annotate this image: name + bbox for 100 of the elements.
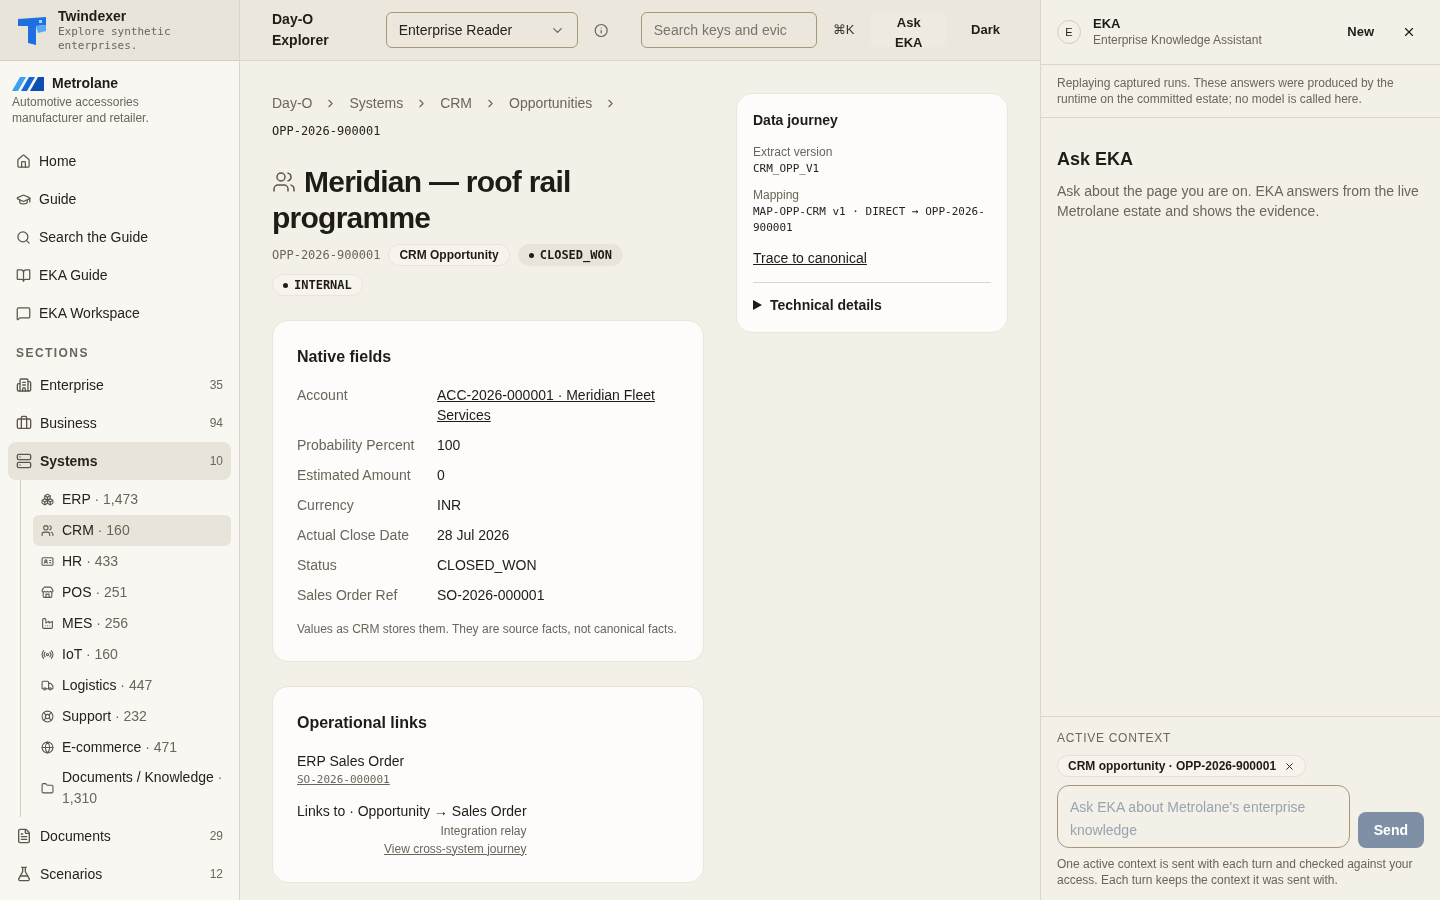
assistant-intro: Ask about the page you are on. EKA answers from the live Metrolane estate and shows the evidence. xyxy=(1057,182,1420,221)
folder-icon xyxy=(41,781,54,795)
new-chat-button[interactable]: New xyxy=(1339,22,1382,42)
brand-name: Twindexer xyxy=(58,7,128,25)
section-item[interactable]: Scenarios 12 xyxy=(8,855,231,893)
breadcrumb-link[interactable]: Day-O xyxy=(272,93,313,114)
relation-label: Links to · Opportunity → Sales Order xyxy=(297,801,527,821)
nav-item[interactable]: Guide xyxy=(8,180,231,218)
graduation-cap-icon xyxy=(16,191,31,207)
field-label: Account xyxy=(297,386,349,405)
card-note: Values as CRM stores them. They are source facts, not canonical facts. xyxy=(297,621,678,637)
breadcrumb-link[interactable]: CRM xyxy=(440,93,473,114)
field-value: SO-2026-000001 xyxy=(437,586,545,605)
section-item[interactable]: Documents 29 xyxy=(8,817,231,855)
field-value: INR xyxy=(437,496,462,515)
context-chip: CRM opportunity · OPP-2026-900001 xyxy=(1057,755,1307,777)
record-id: OPP-2026-900001 xyxy=(272,247,381,264)
nav-item[interactable]: EKA Guide xyxy=(8,256,231,294)
section-count: 29 xyxy=(209,828,223,845)
field-value: 100 xyxy=(437,436,461,455)
field-value: 0 xyxy=(437,466,445,485)
card-title: Data journey xyxy=(753,111,839,130)
chat-icon xyxy=(16,305,31,321)
journey-link[interactable]: View cross-system journey xyxy=(384,839,527,858)
context-footnote: One active context is sent with each turn and checked against your access. Each turn keeps the context it was sent with. xyxy=(1057,856,1414,888)
page-title: Meridian — roof rail programme xyxy=(272,164,572,236)
system-item[interactable]: ERP · 1,473 xyxy=(33,484,231,515)
globe-icon xyxy=(41,741,54,754)
technical-details-toggle[interactable]: Technical details xyxy=(753,294,882,316)
system-item[interactable]: Support · 232 xyxy=(33,701,231,732)
lifebuoy-icon xyxy=(41,710,54,723)
replay-notice: Replaying captured runs. These answers were produced by the runtime on the committed estate; no model is called here. xyxy=(1041,65,1440,118)
theme-button[interactable]: Dark xyxy=(963,13,1008,47)
sales-order-link[interactable]: SO-2026-000001 xyxy=(297,772,390,789)
breadcrumb-link[interactable]: Systems xyxy=(349,93,404,114)
field-label: Sales Order Ref xyxy=(297,586,399,605)
section-count: 12 xyxy=(209,866,223,883)
context-heading: ACTIVE CONTEXT xyxy=(1057,730,1173,747)
mapping-value: MAP-OPP-CRM v1 · DIRECT → OPP-2026-900001 xyxy=(753,203,986,236)
section-count: 35 xyxy=(209,377,223,394)
assistant-subtitle: Enterprise Knowledge Assistant xyxy=(1093,32,1263,48)
system-item[interactable]: IoT · 160 xyxy=(33,639,231,670)
search-field[interactable]: Search keys and evic xyxy=(640,12,817,48)
trace-link[interactable]: Trace to canonical xyxy=(753,247,867,269)
flask-icon xyxy=(16,866,32,882)
field-link[interactable]: ACC-2026-000001 · Meridian Fleet Services xyxy=(437,385,679,425)
system-item[interactable]: CRM · 160 xyxy=(33,515,231,546)
users-icon xyxy=(272,170,296,195)
field-label: Status xyxy=(297,556,338,575)
nav-item[interactable]: Search the Guide xyxy=(8,218,231,256)
company-description: Automotive accessories manufacturer and retailer. xyxy=(12,94,150,126)
system-item[interactable]: Documents / Knowledge · 1,310 xyxy=(33,763,231,813)
system-item[interactable]: E-commerce · 471 xyxy=(33,732,231,763)
users-icon xyxy=(41,524,54,537)
breadcrumb-link[interactable]: Opportunities xyxy=(509,93,593,114)
shortcut-hint: ⌘K xyxy=(832,21,855,40)
truck-icon xyxy=(41,679,54,692)
system-item[interactable]: POS · 251 xyxy=(33,577,231,608)
id-card-icon xyxy=(41,555,54,568)
question-field[interactable]: Ask EKA about Metrolane's enterprise knowledge xyxy=(1057,785,1350,848)
field-value: 28 Jul 2026 xyxy=(437,526,510,545)
section-count: 10 xyxy=(209,453,223,470)
section-item[interactable]: Systems 10 xyxy=(8,442,231,480)
ask-eka-button[interactable]: Ask EKA xyxy=(870,13,948,47)
field-label: Probability Percent xyxy=(297,436,416,455)
app-title: Day-O Explorer xyxy=(272,10,330,50)
triangle-icon xyxy=(753,300,762,310)
nav-item[interactable]: Home xyxy=(8,142,231,180)
close-icon xyxy=(1402,25,1416,39)
system-item[interactable]: HR · 433 xyxy=(33,546,231,577)
factory-icon xyxy=(41,617,54,630)
type-tag: CRM Opportunity xyxy=(388,244,510,266)
section-item[interactable]: Business 94 xyxy=(8,404,231,442)
remove-icon[interactable] xyxy=(1284,760,1296,772)
section-count: 94 xyxy=(209,415,223,432)
store-icon xyxy=(41,586,54,599)
field-label: Actual Close Date xyxy=(297,526,411,545)
sections-heading: SECTIONS xyxy=(15,345,90,362)
system-item[interactable]: Logistics · 447 xyxy=(33,670,231,701)
document-icon xyxy=(16,828,32,844)
relation-via: Integration relay xyxy=(440,822,527,840)
assistant-heading: Ask EKA xyxy=(1057,148,1135,171)
classification-tag: INTERNAL xyxy=(272,274,363,296)
home-icon xyxy=(16,153,31,169)
metrolane-logo-icon xyxy=(12,76,44,91)
section-item[interactable]: Enterprise 35 xyxy=(8,366,231,404)
field-label: Currency xyxy=(297,496,355,515)
link-label: ERP Sales Order xyxy=(297,752,406,771)
company-name: Metrolane xyxy=(52,74,119,93)
info-icon[interactable] xyxy=(594,22,609,38)
role-select[interactable]: Enterprise Reader xyxy=(385,12,579,48)
brand-tagline: Explore synthetic enterprises. xyxy=(58,25,172,53)
system-item[interactable]: MES · 256 xyxy=(33,608,231,639)
nav-item[interactable]: EKA Workspace xyxy=(8,294,231,332)
book-icon xyxy=(16,267,31,283)
assistant-name: EKA xyxy=(1093,16,1122,33)
briefcase-icon xyxy=(16,415,32,431)
server-icon xyxy=(16,453,32,469)
extract-value: CRM_OPP_V1 xyxy=(753,161,821,177)
breadcrumb-current: OPP-2026-900001 xyxy=(272,123,382,140)
